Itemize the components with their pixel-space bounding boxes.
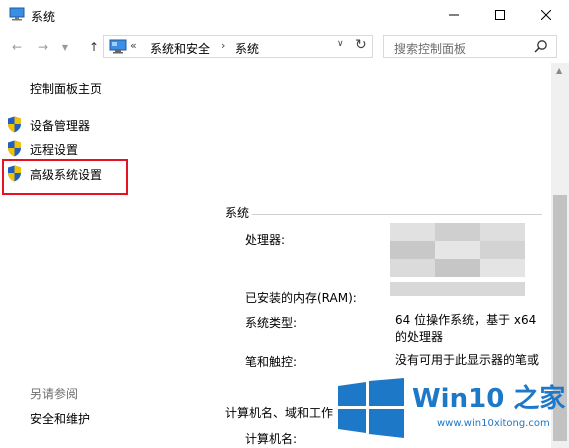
arrow-left-icon: ← [11, 40, 23, 54]
watermark-url: www.win10xitong.com [437, 418, 550, 429]
sidebar-item-label: 设备管理器 [30, 119, 91, 133]
shield-icon [8, 116, 21, 133]
pen-touch-value: 没有可用于此显示器的笔或 [395, 353, 540, 367]
highlight-box [2, 159, 128, 195]
control-panel-home-link[interactable]: 控制面板主页 [30, 80, 102, 97]
watermark: Win10 之家 www.win10xitong.com [335, 375, 569, 448]
search-icon[interactable] [534, 39, 548, 53]
arrow-right-icon: → [37, 40, 49, 54]
ram-label: 已安装的内存(RAM): [245, 291, 357, 305]
system-section-title: 系统 [225, 206, 250, 220]
scroll-up-icon[interactable]: ▲ [556, 66, 562, 75]
address-dropdown-icon[interactable]: ∨ [337, 39, 344, 49]
address-bar[interactable]: « 系统和安全 › 系统 ∨ ↻ [103, 35, 373, 58]
title-bar: 系统 [0, 0, 569, 31]
maximize-icon [495, 10, 505, 20]
recent-locations-button[interactable]: ▼ [57, 39, 73, 55]
minimize-button[interactable] [431, 0, 477, 30]
computer-name-label: 计算机名: [245, 432, 298, 446]
system-type-value-line2: 的处理器 [395, 330, 444, 344]
search-input[interactable]: 搜索控制面板 [383, 35, 557, 58]
chevron-down-icon: ▼ [61, 42, 69, 52]
system-type-label: 系统类型: [245, 316, 298, 330]
close-button[interactable] [523, 0, 569, 30]
search-placeholder: 搜索控制面板 [394, 42, 467, 56]
chevron-right-icon[interactable]: › [221, 39, 225, 52]
system-type-value: 64 位操作系统，基于 x64 的处理器 [395, 312, 536, 346]
computer-icon [9, 7, 25, 21]
pen-touch-label: 笔和触控: [245, 355, 298, 369]
redacted-values [390, 223, 525, 296]
security-maintenance-link[interactable]: 安全和维护 [30, 410, 90, 427]
breadcrumb-system[interactable]: 系统 [235, 40, 259, 57]
forward-button[interactable]: → [35, 39, 51, 55]
up-button[interactable]: ↑ [86, 39, 102, 55]
breadcrumb-system-security[interactable]: 系统和安全 [150, 40, 210, 57]
breadcrumb-overflow[interactable]: « [130, 39, 137, 52]
close-icon [541, 10, 551, 20]
processor-label: 处理器: [245, 233, 286, 247]
windows-logo-icon [338, 378, 404, 438]
system-type-value-line1: 64 位操作系统，基于 x64 [395, 313, 537, 327]
navigation-bar: ← → ▼ ↑ « 系统和安全 › 系统 ∨ ↻ 搜索控制面板 [0, 31, 569, 63]
refresh-icon[interactable]: ↻ [355, 37, 367, 53]
window-title: 系统 [31, 10, 56, 24]
maximize-button[interactable] [477, 0, 523, 30]
computer-section-title: 计算机名、域和工作 [225, 406, 334, 420]
control-panel-icon [109, 39, 127, 54]
section-divider [252, 214, 542, 215]
shield-icon [8, 140, 21, 157]
watermark-brand: Win10 之家 [412, 384, 566, 414]
minimize-icon [449, 14, 459, 16]
see-also-heading: 另请参阅 [30, 387, 79, 401]
arrow-up-icon: ↑ [88, 40, 100, 54]
back-button[interactable]: ← [9, 39, 25, 55]
sidebar-item-label: 远程设置 [30, 143, 79, 157]
